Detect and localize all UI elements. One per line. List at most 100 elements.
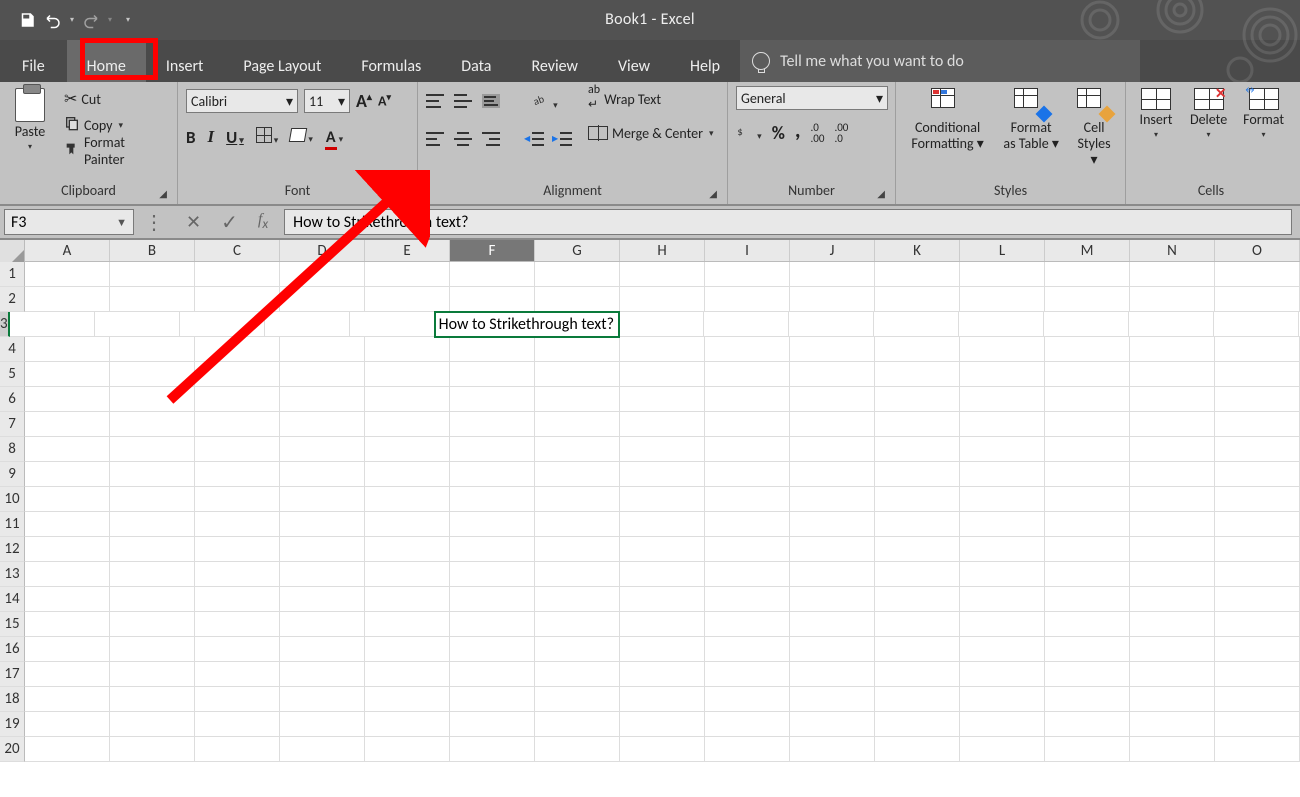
bold-button[interactable]: B [186,127,196,148]
cell-K6[interactable] [875,387,960,412]
cell-B2[interactable] [110,287,195,312]
cell-M6[interactable] [1045,387,1130,412]
cell-O16[interactable] [1215,637,1300,662]
cell-M2[interactable] [1045,287,1130,312]
cell-C3[interactable] [180,312,265,337]
tab-review[interactable]: Review [511,40,598,82]
cell-D13[interactable] [280,562,365,587]
column-header-J[interactable]: J [790,240,875,261]
align-middle-icon[interactable] [454,94,472,108]
cell-D9[interactable] [280,462,365,487]
cell-I14[interactable] [705,587,790,612]
cell-H13[interactable] [620,562,705,587]
cell-N13[interactable] [1130,562,1215,587]
cell-H2[interactable] [620,287,705,312]
cell-J4[interactable] [790,337,875,362]
row-header-3[interactable]: 3 [0,312,10,337]
cell-D6[interactable] [280,387,365,412]
cell-L19[interactable] [960,712,1045,737]
row-header-17[interactable]: 17 [0,662,25,687]
cell-J9[interactable] [790,462,875,487]
row-header-15[interactable]: 15 [0,612,25,637]
redo-icon[interactable] [80,9,102,31]
cell-C10[interactable] [195,487,280,512]
row-header-12[interactable]: 12 [0,537,25,562]
cell-K12[interactable] [875,537,960,562]
cell-N14[interactable] [1130,587,1215,612]
cell-A2[interactable] [25,287,110,312]
cell-E8[interactable] [365,437,450,462]
cell-A8[interactable] [25,437,110,462]
column-header-I[interactable]: I [705,240,790,261]
cell-K11[interactable] [875,512,960,537]
cell-D17[interactable] [280,662,365,687]
cell-A20[interactable] [25,737,110,762]
cell-A17[interactable] [25,662,110,687]
cell-J13[interactable] [790,562,875,587]
cell-C4[interactable] [195,337,280,362]
cell-F12[interactable] [450,537,535,562]
cell-N18[interactable] [1130,687,1215,712]
cell-G15[interactable] [535,612,620,637]
cell-H11[interactable] [620,512,705,537]
cell-B13[interactable] [110,562,195,587]
column-header-D[interactable]: D [280,240,365,261]
cell-A13[interactable] [25,562,110,587]
cell-L16[interactable] [960,637,1045,662]
cell-C17[interactable] [195,662,280,687]
row-header-5[interactable]: 5 [0,362,25,387]
cell-C7[interactable] [195,412,280,437]
qat-customize-icon[interactable]: ▾ [124,15,132,25]
cell-C16[interactable] [195,637,280,662]
cell-F8[interactable] [450,437,535,462]
conditional-formatting-button[interactable]: Conditional Formatting ▾ [904,86,991,154]
save-icon[interactable] [16,9,38,31]
cell-H17[interactable] [620,662,705,687]
cell-E15[interactable] [365,612,450,637]
cell-D3[interactable] [265,312,350,337]
cell-N6[interactable] [1130,387,1215,412]
cell-C1[interactable] [195,262,280,287]
cell-E12[interactable] [365,537,450,562]
cell-I3[interactable] [789,312,874,337]
cell-O10[interactable] [1215,487,1300,512]
cell-N4[interactable] [1130,337,1215,362]
undo-icon[interactable] [42,9,64,31]
cell-F3[interactable]: How to Strikethrough text? [435,312,619,337]
row-header-20[interactable]: 20 [0,737,25,762]
cell-J1[interactable] [790,262,875,287]
cell-F13[interactable] [450,562,535,587]
cell-D4[interactable] [280,337,365,362]
cell-A19[interactable] [25,712,110,737]
align-left-icon[interactable] [426,132,444,146]
cell-N7[interactable] [1130,412,1215,437]
cell-N8[interactable] [1130,437,1215,462]
fill-color-button[interactable] [290,128,313,146]
cell-I7[interactable] [705,412,790,437]
formula-input[interactable]: How to Strikethrough text? [284,209,1292,235]
align-right-icon[interactable] [482,132,500,146]
cell-C19[interactable] [195,712,280,737]
cell-B8[interactable] [110,437,195,462]
decrease-font-icon[interactable]: A▾ [378,92,391,110]
cell-A5[interactable] [25,362,110,387]
cell-E11[interactable] [365,512,450,537]
cell-E1[interactable] [365,262,450,287]
paste-button[interactable]: Paste ▾ [8,86,52,154]
cell-F10[interactable] [450,487,535,512]
cell-M12[interactable] [1045,537,1130,562]
font-name-combo[interactable]: Calibri▾ [186,89,298,113]
cell-C8[interactable] [195,437,280,462]
tab-page-layout[interactable]: Page Layout [223,40,341,82]
cell-O12[interactable] [1215,537,1300,562]
cell-A14[interactable] [25,587,110,612]
row-header-11[interactable]: 11 [0,512,25,537]
cell-J14[interactable] [790,587,875,612]
cell-F17[interactable] [450,662,535,687]
cell-A4[interactable] [25,337,110,362]
cell-N2[interactable] [1130,287,1215,312]
cell-G19[interactable] [535,712,620,737]
font-launcher-icon[interactable]: ◢ [399,187,407,200]
row-header-4[interactable]: 4 [0,337,25,362]
cell-G9[interactable] [535,462,620,487]
